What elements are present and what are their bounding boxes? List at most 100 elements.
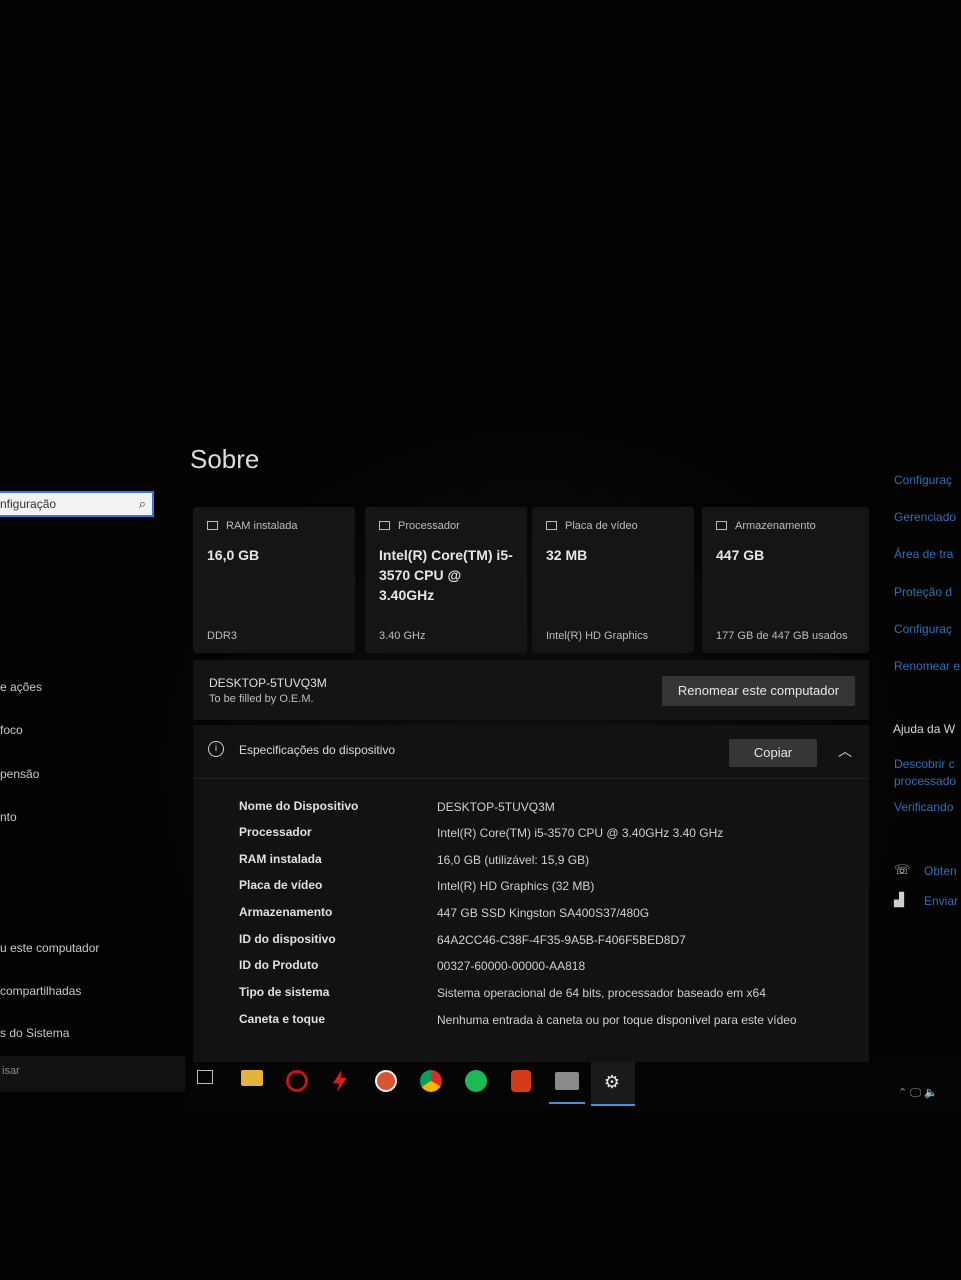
feedback-icon: ▟ bbox=[894, 892, 904, 907]
spec-value: DESKTOP-5TUVQ3M bbox=[437, 800, 555, 814]
spotify-icon[interactable] bbox=[465, 1070, 487, 1092]
get-help-icon: ☏ bbox=[894, 862, 911, 877]
help-link-1b[interactable]: processado bbox=[894, 774, 956, 788]
settings-active-indicator bbox=[591, 1104, 635, 1106]
card-ram: RAM instalada 16,0 GB DDR3 bbox=[193, 507, 355, 653]
card-storage-foot: 177 GB de 447 GB usados bbox=[716, 630, 848, 642]
spec-value: Sistema operacional de 64 bits, processa… bbox=[437, 986, 766, 1000]
volume-icon[interactable]: 🔈 bbox=[924, 1087, 938, 1099]
spec-row: Armazenamento 447 GB SSD Kingston SA400S… bbox=[193, 905, 869, 931]
system-tray[interactable]: ⌃ 🖵 🔈 bbox=[898, 1086, 938, 1100]
feedback-link[interactable]: Enviar bbox=[924, 894, 958, 908]
spec-key: Caneta e toque bbox=[239, 1012, 326, 1026]
nav-item-1[interactable]: e ações bbox=[0, 680, 42, 694]
chrome-icon[interactable] bbox=[420, 1070, 442, 1092]
get-help-link[interactable]: Obten bbox=[924, 864, 957, 878]
spec-key: Processador bbox=[239, 825, 312, 839]
chevron-up-tray-icon[interactable]: ⌃ bbox=[898, 1087, 907, 1099]
device-specs-header[interactable]: i Especificações do dispositivo Copiar ︿ bbox=[193, 725, 869, 779]
processor-icon bbox=[379, 521, 390, 530]
card-gpu-header: Placa de vídeo bbox=[546, 520, 638, 532]
taskbar-search[interactable]: isar bbox=[0, 1056, 185, 1092]
spec-value: Intel(R) HD Graphics (32 MB) bbox=[437, 879, 595, 893]
nav-item-3[interactable]: pensão bbox=[0, 767, 39, 781]
card-processor-label: Processador bbox=[398, 520, 460, 532]
spec-key: Armazenamento bbox=[239, 905, 333, 919]
spec-key: RAM instalada bbox=[239, 852, 322, 866]
gpu-icon bbox=[546, 521, 557, 530]
device-name-row: DESKTOP-5TUVQ3M To be filled by O.E.M. R… bbox=[193, 660, 869, 720]
task-view-icon[interactable] bbox=[197, 1070, 213, 1084]
device-specs-panel: i Especificações do dispositivo Copiar ︿… bbox=[193, 725, 869, 1070]
rename-pc-button[interactable]: Renomear este computador bbox=[662, 676, 855, 706]
device-subtitle: To be filled by O.E.M. bbox=[209, 693, 314, 705]
nav-item-7[interactable]: s do Sistema bbox=[0, 1026, 69, 1040]
info-icon: i bbox=[208, 741, 224, 757]
related-link-6[interactable]: Renomear e bbox=[894, 659, 960, 673]
page-title: Sobre bbox=[190, 444, 260, 474]
spec-key: Placa de vídeo bbox=[239, 878, 323, 892]
card-gpu: Placa de vídeo 32 MB Intel(R) HD Graphic… bbox=[532, 507, 694, 653]
nav-item-6[interactable]: compartilhadas bbox=[0, 984, 81, 998]
card-storage-header: Armazenamento bbox=[716, 520, 816, 532]
card-gpu-foot: Intel(R) HD Graphics bbox=[546, 630, 649, 642]
spec-value: 447 GB SSD Kingston SA400S37/480G bbox=[437, 906, 650, 920]
spec-value: Nenhuma entrada à caneta ou por toque di… bbox=[437, 1013, 797, 1027]
card-gpu-label: Placa de vídeo bbox=[565, 520, 638, 532]
spec-row: Caneta e toque Nenhuma entrada à caneta … bbox=[193, 1012, 869, 1052]
storage-icon bbox=[716, 521, 727, 530]
screen: nfiguração ⌕ e ações foco pensão nto u e… bbox=[0, 0, 961, 1280]
card-ram-foot: DDR3 bbox=[207, 630, 237, 642]
spec-value: 00327-60000-00000-AA818 bbox=[437, 959, 586, 973]
spec-row: Nome do Dispositivo DESKTOP-5TUVQ3M bbox=[193, 799, 869, 825]
card-processor-header: Processador bbox=[379, 520, 460, 532]
photos-icon[interactable] bbox=[555, 1072, 579, 1090]
red-bolt-app-icon[interactable] bbox=[333, 1070, 347, 1092]
spec-row: ID do dispositivo 64A2CC46-C38F-4F35-9A5… bbox=[193, 932, 869, 958]
card-ram-value: 16,0 GB bbox=[207, 547, 260, 563]
file-explorer-icon[interactable] bbox=[241, 1070, 263, 1086]
help-title: Ajuda da W bbox=[893, 722, 956, 736]
taskbar-search-text: isar bbox=[2, 1065, 20, 1077]
duckduckgo-icon[interactable] bbox=[375, 1070, 397, 1092]
help-link-1[interactable]: Descobrir c bbox=[894, 757, 955, 771]
spec-key: ID do dispositivo bbox=[239, 932, 336, 946]
taskbar: ⚙ bbox=[185, 1062, 961, 1108]
card-storage-value: 447 GB bbox=[716, 547, 765, 563]
spec-key: ID do Produto bbox=[239, 958, 319, 972]
network-icon[interactable]: 🖵 bbox=[910, 1087, 921, 1099]
spec-value: 64A2CC46-C38F-4F35-9A5B-F406F5BED8D7 bbox=[437, 933, 686, 947]
spec-row: Processador Intel(R) Core(TM) i5-3570 CP… bbox=[193, 825, 869, 851]
card-processor: Processador Intel(R) Core(TM) i5-3570 CP… bbox=[365, 507, 527, 653]
photos-active-indicator bbox=[549, 1102, 585, 1104]
device-specs-title: Especificações do dispositivo bbox=[239, 743, 396, 757]
device-name: DESKTOP-5TUVQ3M bbox=[209, 676, 327, 690]
search-icon[interactable]: ⌕ bbox=[139, 493, 146, 515]
spec-row: Placa de vídeo Intel(R) HD Graphics (32 … bbox=[193, 878, 869, 904]
opera-icon[interactable] bbox=[286, 1070, 308, 1092]
chevron-up-icon[interactable]: ︿ bbox=[838, 741, 852, 761]
help-link-2[interactable]: Verificando bbox=[894, 800, 953, 814]
search-input-value: nfiguração bbox=[0, 497, 57, 511]
settings-gear-icon[interactable]: ⚙ bbox=[602, 1072, 622, 1092]
spec-key: Tipo de sistema bbox=[239, 985, 330, 999]
spec-row: Tipo de sistema Sistema operacional de 6… bbox=[193, 985, 869, 1011]
ram-icon bbox=[207, 521, 218, 530]
related-link-4[interactable]: Proteção d bbox=[894, 585, 952, 599]
related-link-5[interactable]: Configuraç bbox=[894, 622, 952, 636]
spec-row: ID do Produto 00327-60000-00000-AA818 bbox=[193, 958, 869, 984]
spec-key: Nome do Dispositivo bbox=[239, 799, 359, 813]
related-link-3[interactable]: Área de tra bbox=[894, 547, 953, 561]
card-gpu-value: 32 MB bbox=[546, 547, 588, 563]
copy-button[interactable]: Copiar bbox=[729, 739, 817, 767]
nav-item-4[interactable]: nto bbox=[0, 810, 17, 824]
related-link-1[interactable]: Configuraç bbox=[894, 473, 952, 487]
related-link-2[interactable]: Gerenciado bbox=[894, 510, 956, 524]
settings-search-input[interactable]: nfiguração ⌕ bbox=[0, 491, 154, 517]
card-processor-foot: 3.40 GHz bbox=[379, 630, 426, 642]
nav-item-2[interactable]: foco bbox=[0, 723, 23, 737]
card-storage: Armazenamento 447 GB 177 GB de 447 GB us… bbox=[702, 507, 869, 653]
nav-item-5[interactable]: u este computador bbox=[0, 941, 99, 955]
brave-icon[interactable] bbox=[511, 1070, 531, 1092]
spec-row: RAM instalada 16,0 GB (utilizável: 15,9 … bbox=[193, 852, 869, 878]
